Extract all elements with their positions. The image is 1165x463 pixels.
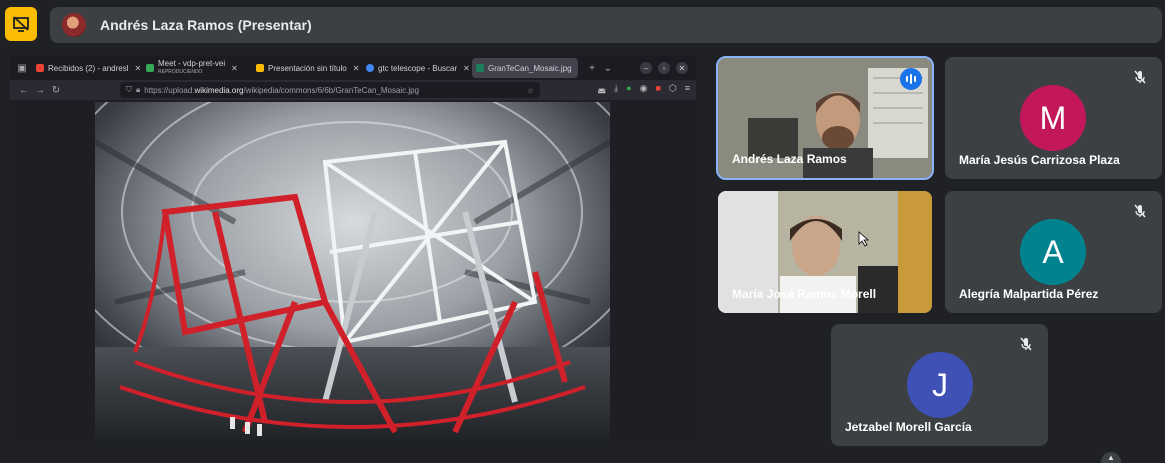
- account-icon[interactable]: ◉: [640, 83, 648, 94]
- close-icon[interactable]: ✕: [353, 64, 360, 73]
- meet-window: Andrés Laza Ramos (Presentar) ▣ Recibido…: [0, 0, 1165, 463]
- tab-list-icon[interactable]: ▣: [14, 63, 30, 74]
- avatar: A: [1020, 219, 1086, 285]
- google-icon: [366, 64, 374, 72]
- browser-tab[interactable]: Meet - vdp-pret-vei REPRODUCIENDO ✕: [142, 58, 250, 78]
- tab-label: GranTeCan_Mosaic.jpg: [488, 63, 572, 73]
- presenter-title: Andrés Laza Ramos (Presentar): [100, 17, 312, 33]
- reload-icon[interactable]: ↻: [48, 85, 64, 96]
- participant-tile-maria-jesus[interactable]: M María Jesús Carrizosa Plaza: [945, 57, 1162, 179]
- slides-icon: [256, 64, 264, 72]
- page-content: [10, 100, 696, 446]
- participant-tile-andres[interactable]: Andrés Laza Ramos: [716, 56, 934, 180]
- shield-icon: ⛉: [126, 85, 132, 94]
- back-icon[interactable]: ←: [16, 85, 32, 96]
- presenter-avatar: [62, 13, 86, 37]
- browser-tab[interactable]: gtc telescope - Buscar ✕: [362, 58, 470, 78]
- tab-sublabel: REPRODUCIENDO: [158, 69, 203, 75]
- minimize-icon[interactable]: –: [640, 62, 652, 74]
- participant-name: Andrés Laza Ramos: [732, 152, 847, 166]
- browser-tab[interactable]: Presentación sin título ✕: [252, 58, 360, 78]
- extensions-icon[interactable]: ⬡: [669, 83, 677, 94]
- telescope-image: [95, 102, 610, 445]
- new-tab-icon[interactable]: +: [584, 63, 600, 74]
- forward-icon[interactable]: →: [32, 85, 48, 96]
- presenter-bar: Andrés Laza Ramos (Presentar): [50, 7, 1162, 43]
- participant-tile-alegria[interactable]: A Alegría Malpartida Pérez: [945, 191, 1162, 313]
- toolbar-icons: ◛ ⤓ ● ◉ ■ ⬡ ≡: [597, 83, 690, 94]
- close-icon[interactable]: ✕: [134, 64, 140, 73]
- meet-icon: [146, 64, 154, 72]
- image-icon: [476, 64, 484, 72]
- url-suffix: /wikipedia/commons/6/6b/GranTeCan_Mosaic…: [243, 85, 420, 95]
- tab-label: gtc telescope - Buscar: [378, 63, 458, 73]
- participant-name: Alegría Malpartida Pérez: [959, 287, 1099, 301]
- participant-name: María Jesús Carrizosa Plaza: [959, 153, 1120, 167]
- mouse-cursor-icon: [858, 231, 870, 247]
- browser-tab-active[interactable]: GranTeCan_Mosaic.jpg ✕: [472, 58, 578, 78]
- close-icon[interactable]: ✕: [463, 64, 470, 73]
- browser-toolbar: ← → ↻ ⛉ 🔒︎ https://upload. wikimedia.org /…: [10, 80, 696, 100]
- url-domain: wikimedia.org: [194, 85, 244, 95]
- browser-tabstrip: ▣ Recibidos (2) - andresl ✕ Meet - vdp-p…: [10, 56, 696, 80]
- pocket-icon[interactable]: ◛: [597, 83, 606, 94]
- present-off-icon: [13, 16, 29, 32]
- chevron-down-icon[interactable]: ⌄: [600, 63, 616, 74]
- gmail-icon: [36, 64, 44, 72]
- shared-screen: ▣ Recibidos (2) - andresl ✕ Meet - vdp-p…: [10, 56, 696, 446]
- url-prefix: https://upload.: [144, 85, 195, 95]
- restore-icon[interactable]: ▫: [658, 62, 670, 74]
- download-icon[interactable]: ⤓: [614, 83, 618, 94]
- participant-name: María José Ramos Morell: [732, 287, 877, 301]
- tab-label: Recibidos (2) - andresl: [48, 63, 129, 73]
- mic-off-icon: [1020, 337, 1032, 351]
- participant-name: Jetzabel Morell García: [845, 420, 972, 434]
- stop-presenting-button[interactable]: [5, 7, 37, 41]
- close-window-icon[interactable]: ✕: [676, 62, 688, 74]
- speaking-indicator-icon: [900, 68, 922, 90]
- expand-up-icon[interactable]: ▲: [1101, 452, 1121, 463]
- participant-tile-jetzabel[interactable]: J Jetzabel Morell García: [831, 324, 1048, 446]
- address-bar[interactable]: ⛉ 🔒︎ https://upload. wikimedia.org/wikipe…: [120, 82, 540, 98]
- menu-icon[interactable]: ≡: [685, 83, 690, 94]
- tab-label: Meet - vdp-pret-vei: [158, 59, 226, 68]
- window-controls: – ▫ ✕: [640, 62, 696, 74]
- tab-label: Presentación sin título: [268, 63, 347, 73]
- bookmark-star-icon[interactable]: ☆: [527, 86, 534, 95]
- mic-off-icon: [1134, 204, 1146, 218]
- extension-green-icon[interactable]: ●: [626, 83, 631, 94]
- adblock-icon[interactable]: ■: [655, 83, 660, 94]
- close-icon[interactable]: ✕: [231, 64, 238, 73]
- avatar: M: [1020, 85, 1086, 151]
- avatar: J: [907, 352, 973, 418]
- lock-icon: 🔒︎: [136, 85, 141, 94]
- participant-tile-maria-jose[interactable]: María José Ramos Morell: [718, 191, 932, 313]
- mic-off-icon: [1134, 70, 1146, 84]
- browser-tab[interactable]: Recibidos (2) - andresl ✕: [32, 58, 140, 78]
